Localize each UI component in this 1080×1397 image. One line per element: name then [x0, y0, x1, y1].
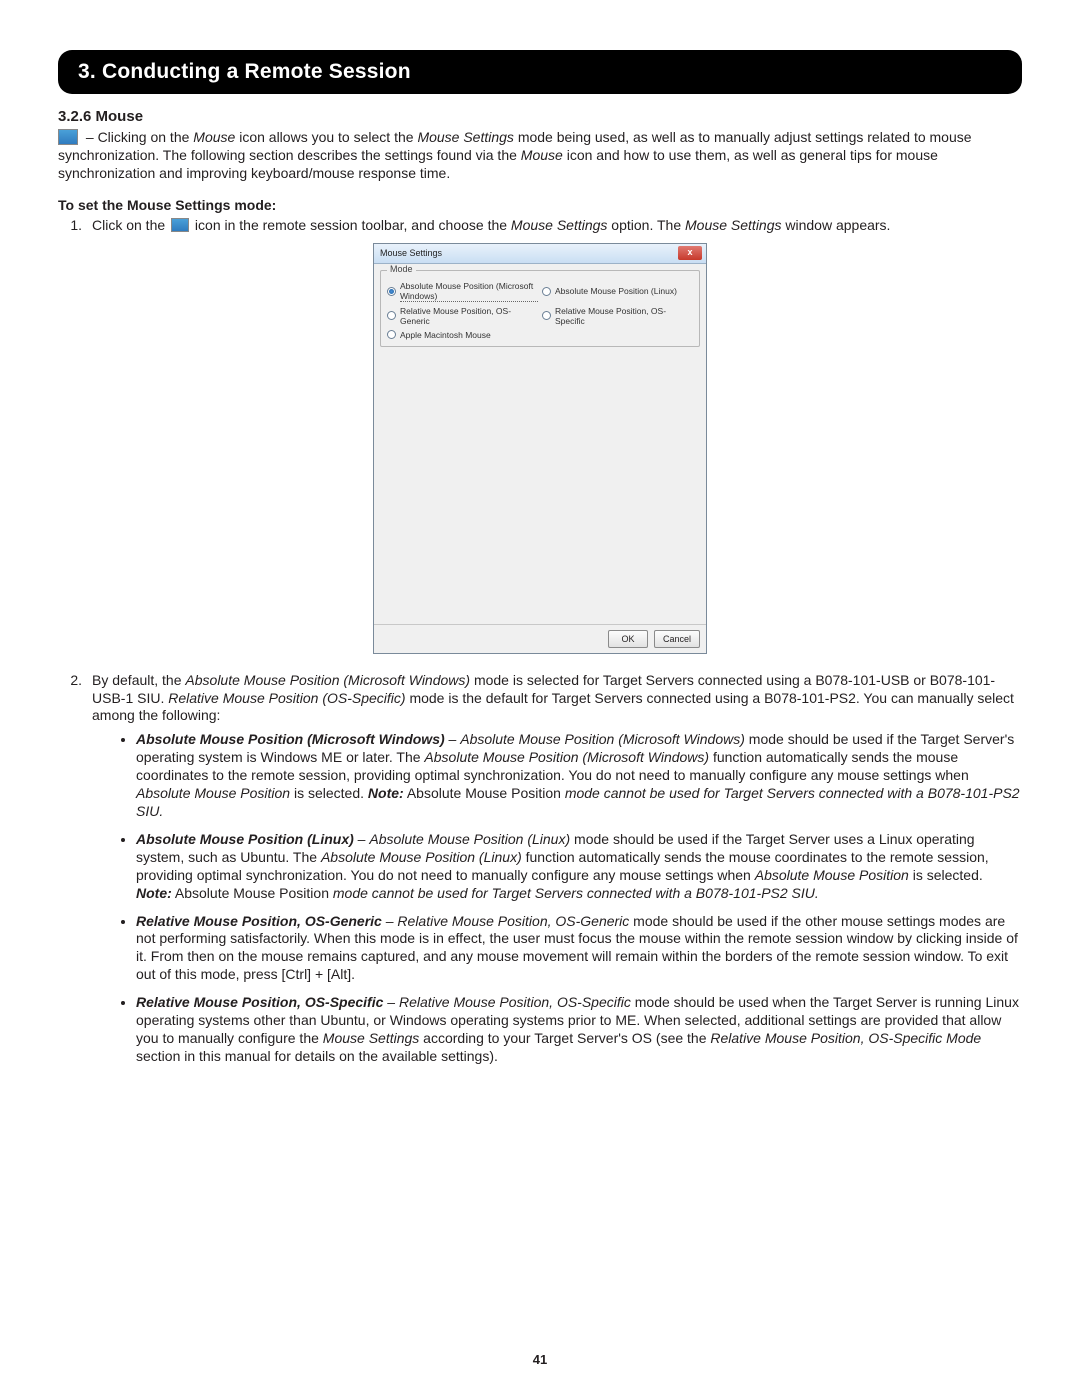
- text: is selected.: [290, 785, 368, 801]
- list-item: Relative Mouse Position, OS-Specific – R…: [136, 994, 1022, 1066]
- text: –: [354, 831, 370, 847]
- mode-options-list: Absolute Mouse Position (Microsoft Windo…: [136, 731, 1022, 1065]
- subsection-heading: 3.2.6 Mouse: [58, 108, 1022, 125]
- text: Relative Mouse Position (OS-Specific): [168, 690, 405, 706]
- text: Absolute Mouse Position: [404, 785, 565, 801]
- mouse-toolbar-icon: [171, 218, 189, 232]
- chapter-header: 3. Conducting a Remote Session: [58, 50, 1022, 94]
- text: Mouse Settings: [511, 217, 608, 233]
- text: Relative Mouse Position, OS-Specific Mod…: [710, 1030, 981, 1046]
- text: icon allows you to select the: [235, 129, 417, 145]
- text: –: [445, 731, 461, 747]
- radio-label: Relative Mouse Position, OS-Specific: [555, 306, 693, 326]
- radio-label: Absolute Mouse Position (Linux): [555, 286, 677, 296]
- text: By default, the: [92, 672, 185, 688]
- text: icon in the remote session toolbar, and …: [191, 217, 511, 233]
- radio-apple-mouse[interactable]: Apple Macintosh Mouse: [387, 330, 538, 340]
- text: Absolute Mouse Position (Linux): [369, 831, 570, 847]
- text: –: [382, 913, 398, 929]
- groupbox-label: Mode: [387, 264, 416, 274]
- mouse-settings-dialog: Mouse Settings x Mode Absolute Mouse Pos…: [373, 243, 707, 654]
- text: – Clicking on the: [82, 129, 193, 145]
- text: Absolute Mouse Position (Microsoft Windo…: [136, 731, 445, 747]
- page-number: 41: [0, 1352, 1080, 1367]
- text: Absolute Mouse Position: [172, 885, 333, 901]
- text: Absolute Mouse Position (Microsoft Windo…: [424, 749, 709, 765]
- text: window appears.: [782, 217, 891, 233]
- text: Relative Mouse Position, OS-Specific: [136, 994, 383, 1010]
- text: –: [383, 994, 399, 1010]
- text: Absolute Mouse Position (Linux): [136, 831, 354, 847]
- close-button[interactable]: x: [678, 246, 702, 260]
- step-number: 2.: [58, 672, 82, 1076]
- radio-absolute-linux[interactable]: Absolute Mouse Position (Linux): [542, 281, 693, 302]
- dialog-titlebar: Mouse Settings x: [374, 244, 706, 264]
- mode-groupbox: Mode Absolute Mouse Position (Microsoft …: [380, 270, 700, 347]
- text: Absolute Mouse Position (Microsoft Windo…: [460, 731, 745, 747]
- ok-button[interactable]: OK: [608, 630, 648, 648]
- dialog-footer: OK Cancel: [374, 624, 706, 653]
- text: Relative Mouse Position, OS-Generic: [397, 913, 629, 929]
- text: mode cannot be used for Target Servers c…: [333, 885, 819, 901]
- dialog-body: Mode Absolute Mouse Position (Microsoft …: [374, 264, 706, 624]
- screenshot-wrapper: Mouse Settings x Mode Absolute Mouse Pos…: [58, 243, 1022, 654]
- text: is selected.: [909, 867, 983, 883]
- radio-label: Absolute Mouse Position (Microsoft Windo…: [400, 281, 538, 302]
- radio-label: Relative Mouse Position, OS-Generic: [400, 306, 538, 326]
- text: Click on the: [92, 217, 169, 233]
- mouse-toolbar-icon: [58, 129, 78, 145]
- list-item: Absolute Mouse Position (Linux) – Absolu…: [136, 831, 1022, 903]
- radio-relative-generic[interactable]: Relative Mouse Position, OS-Generic: [387, 306, 538, 326]
- intro-paragraph: – Clicking on the Mouse icon allows you …: [58, 129, 1022, 183]
- text: according to your Target Server's OS (se…: [419, 1030, 710, 1046]
- cancel-button[interactable]: Cancel: [654, 630, 700, 648]
- radio-absolute-windows[interactable]: Absolute Mouse Position (Microsoft Windo…: [387, 281, 538, 302]
- text: Absolute Mouse Position: [136, 785, 290, 801]
- list-item: Absolute Mouse Position (Microsoft Windo…: [136, 731, 1022, 821]
- radio-label: Apple Macintosh Mouse: [400, 330, 491, 340]
- list-item: Relative Mouse Position, OS-Generic – Re…: [136, 913, 1022, 985]
- step-2: 2. By default, the Absolute Mouse Positi…: [58, 672, 1022, 1076]
- step-body: Click on the icon in the remote session …: [92, 217, 1022, 235]
- procedure-heading: To set the Mouse Settings mode:: [58, 197, 1022, 213]
- radio-icon: [542, 287, 551, 296]
- dialog-title: Mouse Settings: [380, 248, 442, 258]
- text: Mouse: [193, 129, 235, 145]
- step-1: 1. Click on the icon in the remote sessi…: [58, 217, 1022, 235]
- text: Mouse: [521, 147, 563, 163]
- radio-icon: [387, 311, 396, 320]
- text: Absolute Mouse Position (Microsoft Windo…: [185, 672, 470, 688]
- radio-icon: [542, 311, 551, 320]
- text: Mouse Settings: [323, 1030, 420, 1046]
- step-body: By default, the Absolute Mouse Position …: [92, 672, 1022, 1076]
- text: Absolute Mouse Position (Linux): [321, 849, 522, 865]
- text: Mouse Settings: [417, 129, 514, 145]
- text: section in this manual for details on th…: [136, 1048, 498, 1064]
- text: Relative Mouse Position, OS-Generic: [136, 913, 382, 929]
- radio-icon: [387, 330, 396, 339]
- text: Note:: [368, 785, 404, 801]
- text: Mouse Settings: [685, 217, 782, 233]
- text: Absolute Mouse Position: [755, 867, 909, 883]
- text: Relative Mouse Position, OS-Specific: [399, 994, 631, 1010]
- text: Note:: [136, 885, 172, 901]
- text: option. The: [607, 217, 685, 233]
- radio-icon: [387, 287, 396, 296]
- radio-relative-specific[interactable]: Relative Mouse Position, OS-Specific: [542, 306, 693, 326]
- step-number: 1.: [58, 217, 82, 235]
